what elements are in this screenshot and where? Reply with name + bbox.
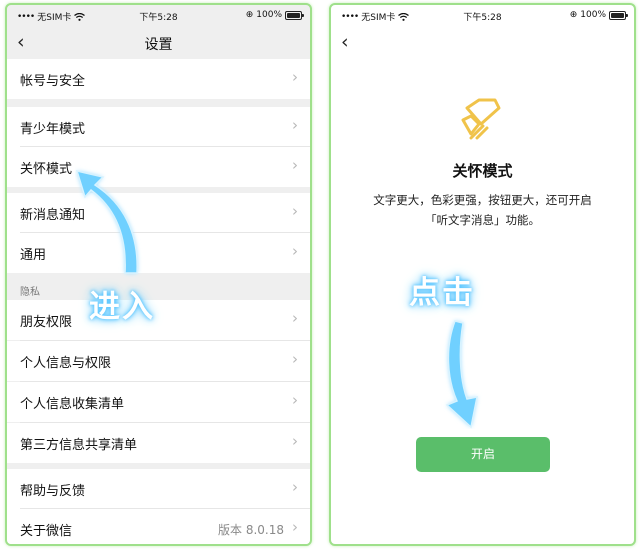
item-label: 关怀模式 [20,162,73,177]
item-label: 朋友权限 [20,315,73,330]
chevron-right-icon: › [292,518,298,536]
overlay-text-click: 点击 [409,275,475,311]
settings-item-third-party-sharing-list[interactable]: 第三方信息共享清单 › [7,423,310,463]
orientation-lock-icon: ⊕ [569,10,578,20]
back-chevron-icon[interactable]: ‹ [341,31,349,53]
settings-item-about-wechat[interactable]: 关于微信 版本 8.0.18 › [7,509,310,544]
item-label: 帐号与安全 [20,74,86,89]
item-label: 通用 [20,248,47,263]
chevron-right-icon: › [292,68,298,86]
chevron-right-icon: › [292,350,298,368]
chevron-right-icon: › [292,156,298,174]
item-label: 个人信息收集清单 [20,397,125,412]
nav-bar: ‹ 设置 [7,27,310,59]
chevron-right-icon: › [292,309,298,327]
care-mode-description: 文字更大，色彩更强，按钮更大，还可开启 「听文字消息」功能。 [331,190,634,230]
version-value: 版本 8.0.18 [218,523,284,537]
description-line-1: 文字更大，色彩更强，按钮更大，还可开启 [373,193,592,207]
chevron-right-icon: › [292,478,298,496]
overlay-text-enter: 进入 [89,289,155,325]
chevron-right-icon: › [292,202,298,220]
status-bar: •••• 无SIM卡 下午5:28 ⊕ 100% [7,5,310,27]
settings-item-friend-permissions[interactable]: 朋友权限 › [7,300,310,340]
orientation-lock-icon: ⊕ [245,10,254,20]
chevron-right-icon: › [292,432,298,450]
page-title: 设置 [144,37,173,53]
item-label: 关于微信 [20,524,73,539]
description-line-2: 「听文字消息」功能。 [425,213,540,227]
settings-item-info-collection-list[interactable]: 个人信息收集清单 › [7,382,310,422]
care-mode-title: 关怀模式 [452,162,513,180]
section-header-privacy: 隐私 [20,287,40,298]
curved-arrow-annotation-icon [445,320,478,429]
battery-icon [609,10,628,20]
chevron-right-icon: › [292,116,298,134]
nav-bar: ‹ [331,27,634,59]
settings-item-help-feedback[interactable]: 帮助与反馈 › [7,469,310,509]
battery-percent: 100% [580,10,606,20]
chevron-right-icon: › [292,391,298,409]
care-mode-heart-hand-icon [461,98,501,140]
curved-arrow-annotation-icon [75,169,138,274]
item-label: 青少年模式 [20,122,86,137]
item-label: 第三方信息共享清单 [20,438,138,453]
item-label: 个人信息与权限 [20,356,112,371]
settings-item-account-security[interactable]: 帐号与安全 › [7,59,310,99]
item-label: 帮助与反馈 [20,484,86,499]
battery-icon [285,10,304,20]
care-mode-screen: •••• 无SIM卡 下午5:28 ⊕ 100% ‹ 关怀模式 文字更大，色彩更… [329,3,636,546]
settings-screen: •••• 无SIM卡 下午5:28 ⊕ 100% ‹ 设置 帐号与安全 › 青少… [5,3,312,546]
battery-percent: 100% [256,10,282,20]
settings-item-personal-info-permissions[interactable]: 个人信息与权限 › [7,341,310,381]
settings-item-youth-mode[interactable]: 青少年模式 › [7,107,310,147]
enable-care-mode-button[interactable]: 开启 [416,437,550,472]
chevron-right-icon: › [292,242,298,260]
status-bar: •••• 无SIM卡 下午5:28 ⊕ 100% [331,5,634,27]
